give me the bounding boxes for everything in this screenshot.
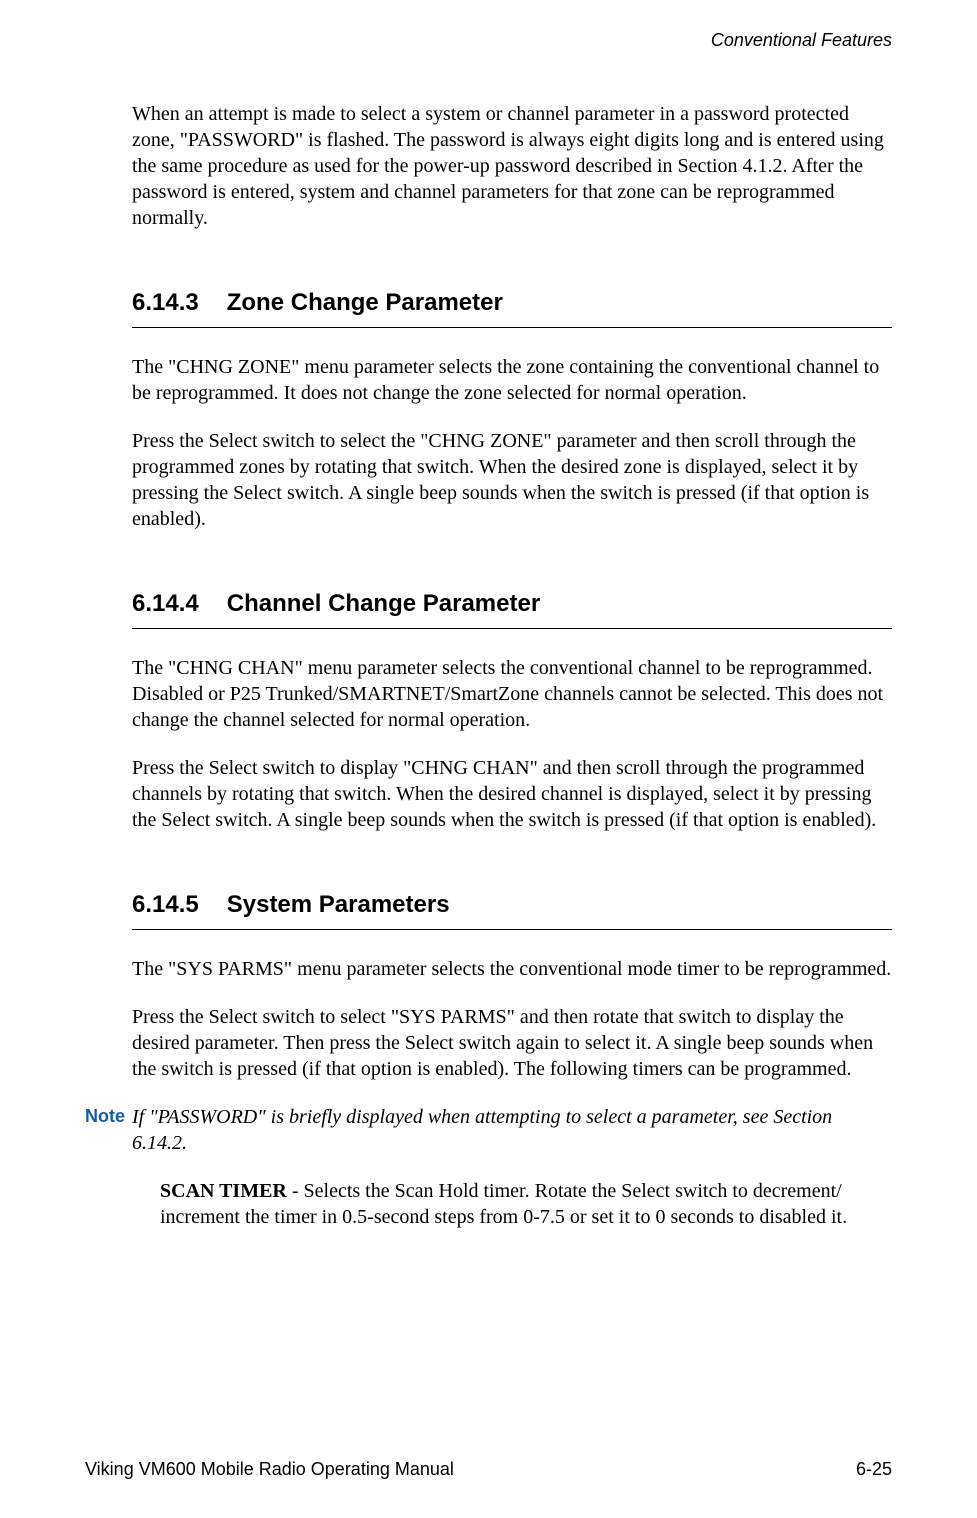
section-number: 6.14.4 (132, 590, 199, 618)
section-number: 6.14.5 (132, 891, 199, 919)
section-title: Zone Change Parameter (227, 289, 503, 317)
section3-p1: The "SYS PARMS" menu parameter selects t… (132, 956, 892, 982)
section1-p1: The "CHNG ZONE" menu parameter selects t… (132, 354, 892, 406)
note-block: Note If "PASSWORD" is briefly displayed … (85, 1104, 892, 1156)
footer-page-number: 6-25 (856, 1459, 892, 1480)
content-body: When an attempt is made to select a syst… (132, 101, 892, 1230)
section-heading-system-parameters: 6.14.5 System Parameters (132, 891, 892, 930)
section-heading-zone-change: 6.14.3 Zone Change Parameter (132, 289, 892, 328)
section2-p1: The "CHNG CHAN" menu parameter selects t… (132, 655, 892, 733)
scan-timer-item: SCAN TIMER - Selects the Scan Hold timer… (160, 1178, 892, 1230)
page-container: Conventional Features When an attempt is… (0, 0, 977, 1518)
footer-title: Viking VM600 Mobile Radio Operating Manu… (85, 1459, 454, 1480)
page-footer: Viking VM600 Mobile Radio Operating Manu… (85, 1459, 892, 1480)
chapter-title: Conventional Features (85, 30, 892, 51)
section-heading-channel-change: 6.14.4 Channel Change Parameter (132, 590, 892, 629)
section1-p2: Press the Select switch to select the "C… (132, 428, 892, 532)
section3-p2: Press the Select switch to select "SYS P… (132, 1004, 892, 1082)
section-title: Channel Change Parameter (227, 590, 540, 618)
section2-p2: Press the Select switch to display "CHNG… (132, 755, 892, 833)
note-text: If "PASSWORD" is briefly displayed when … (132, 1104, 892, 1156)
note-label: Note (85, 1104, 132, 1156)
section-title: System Parameters (227, 891, 450, 919)
section-number: 6.14.3 (132, 289, 199, 317)
intro-paragraph: When an attempt is made to select a syst… (132, 101, 892, 231)
scan-timer-label: SCAN TIMER (160, 1180, 287, 1202)
